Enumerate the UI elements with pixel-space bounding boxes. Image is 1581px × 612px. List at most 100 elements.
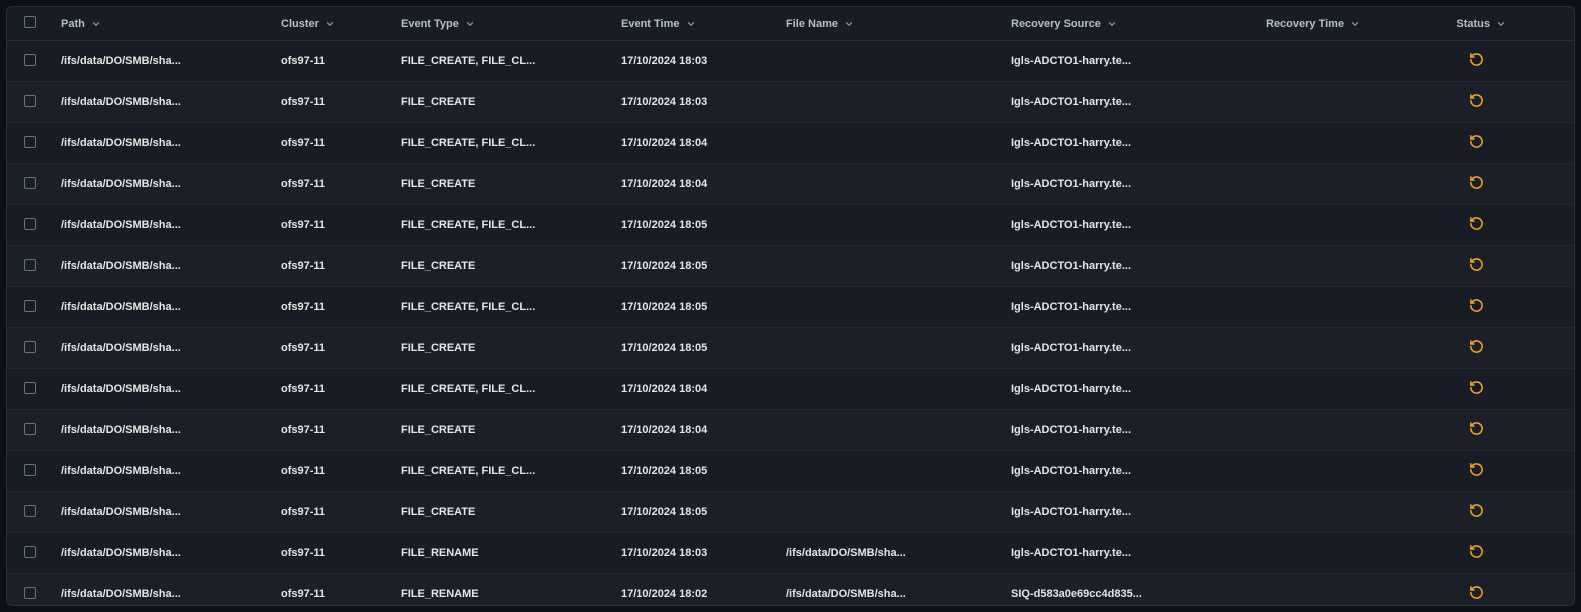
refresh-icon[interactable]	[1469, 93, 1484, 108]
cell-event-time: 17/10/2024 18:05	[613, 205, 778, 246]
cell-event-type: FILE_CREATE, FILE_CL...	[393, 205, 613, 246]
cell-event-time: 17/10/2024 18:05	[613, 328, 778, 369]
cell-recovery-time	[1258, 246, 1433, 287]
row-checkbox[interactable]	[24, 95, 36, 107]
cell-recovery-source: Igls-ADCTO1-harry.te...	[1003, 41, 1258, 82]
header-event-type[interactable]: Event Type	[401, 18, 475, 30]
cell-event-time: 17/10/2024 18:05	[613, 287, 778, 328]
refresh-icon[interactable]	[1469, 257, 1484, 272]
cell-event-type: FILE_CREATE	[393, 492, 613, 533]
row-checkbox[interactable]	[24, 423, 36, 435]
header-file-name[interactable]: File Name	[786, 18, 854, 30]
header-cluster[interactable]: Cluster	[281, 18, 335, 30]
table-row[interactable]: /ifs/data/DO/SMB/sha... ofs97-11 FILE_CR…	[7, 369, 1574, 410]
table-row[interactable]: /ifs/data/DO/SMB/sha... ofs97-11 FILE_CR…	[7, 123, 1574, 164]
cell-file-name	[778, 492, 1003, 533]
select-all-checkbox[interactable]	[24, 16, 36, 28]
header-event-time-label: Event Time	[621, 18, 680, 30]
cell-file-name	[778, 246, 1003, 287]
row-checkbox[interactable]	[24, 382, 36, 394]
refresh-icon[interactable]	[1469, 298, 1484, 313]
cell-event-time: 17/10/2024 18:04	[613, 164, 778, 205]
cell-path: /ifs/data/DO/SMB/sha...	[53, 369, 273, 410]
row-checkbox[interactable]	[24, 300, 36, 312]
cell-recovery-time	[1258, 410, 1433, 451]
table-row[interactable]: /ifs/data/DO/SMB/sha... ofs97-11 FILE_CR…	[7, 82, 1574, 123]
cell-event-type: FILE_CREATE	[393, 328, 613, 369]
table-row[interactable]: /ifs/data/DO/SMB/sha... ofs97-11 FILE_RE…	[7, 533, 1574, 574]
header-file-name-label: File Name	[786, 18, 838, 30]
table-row[interactable]: /ifs/data/DO/SMB/sha... ofs97-11 FILE_CR…	[7, 410, 1574, 451]
cell-event-time: 17/10/2024 18:03	[613, 533, 778, 574]
row-checkbox[interactable]	[24, 546, 36, 558]
cell-path: /ifs/data/DO/SMB/sha...	[53, 574, 273, 607]
refresh-icon[interactable]	[1469, 134, 1484, 149]
row-checkbox[interactable]	[24, 587, 36, 599]
table-row[interactable]: /ifs/data/DO/SMB/sha... ofs97-11 FILE_CR…	[7, 451, 1574, 492]
table-row[interactable]: /ifs/data/DO/SMB/sha... ofs97-11 FILE_RE…	[7, 574, 1574, 607]
refresh-icon[interactable]	[1469, 339, 1484, 354]
cell-cluster: ofs97-11	[273, 369, 393, 410]
cell-recovery-time	[1258, 369, 1433, 410]
refresh-icon[interactable]	[1469, 52, 1484, 67]
header-event-time[interactable]: Event Time	[621, 18, 696, 30]
header-recovery-time-label: Recovery Time	[1266, 18, 1344, 30]
table-row[interactable]: /ifs/data/DO/SMB/sha... ofs97-11 FILE_CR…	[7, 246, 1574, 287]
table-row[interactable]: /ifs/data/DO/SMB/sha... ofs97-11 FILE_CR…	[7, 205, 1574, 246]
row-checkbox[interactable]	[24, 218, 36, 230]
events-table-panel: Path Cluster Event Type	[6, 6, 1575, 606]
row-checkbox[interactable]	[24, 464, 36, 476]
header-status[interactable]: Status	[1456, 18, 1506, 30]
cell-recovery-source: Igls-ADCTO1-harry.te...	[1003, 369, 1258, 410]
table-row[interactable]: /ifs/data/DO/SMB/sha... ofs97-11 FILE_CR…	[7, 328, 1574, 369]
refresh-icon[interactable]	[1469, 585, 1484, 600]
cell-file-name	[778, 410, 1003, 451]
table-row[interactable]: /ifs/data/DO/SMB/sha... ofs97-11 FILE_CR…	[7, 492, 1574, 533]
cell-recovery-source: Igls-ADCTO1-harry.te...	[1003, 164, 1258, 205]
row-checkbox[interactable]	[24, 341, 36, 353]
table-row[interactable]: /ifs/data/DO/SMB/sha... ofs97-11 FILE_CR…	[7, 41, 1574, 82]
row-checkbox[interactable]	[24, 54, 36, 66]
cell-file-name	[778, 41, 1003, 82]
refresh-icon[interactable]	[1469, 216, 1484, 231]
chevron-down-icon	[1107, 19, 1117, 29]
cell-file-name: /ifs/data/DO/SMB/sha...	[778, 533, 1003, 574]
cell-recovery-source: Igls-ADCTO1-harry.te...	[1003, 123, 1258, 164]
cell-cluster: ofs97-11	[273, 492, 393, 533]
chevron-down-icon	[1496, 19, 1506, 29]
cell-recovery-source: Igls-ADCTO1-harry.te...	[1003, 451, 1258, 492]
cell-recovery-time	[1258, 41, 1433, 82]
cell-recovery-time	[1258, 328, 1433, 369]
table-row[interactable]: /ifs/data/DO/SMB/sha... ofs97-11 FILE_CR…	[7, 287, 1574, 328]
cell-event-time: 17/10/2024 18:04	[613, 369, 778, 410]
cell-cluster: ofs97-11	[273, 574, 393, 607]
refresh-icon[interactable]	[1469, 380, 1484, 395]
refresh-icon[interactable]	[1469, 544, 1484, 559]
header-path[interactable]: Path	[61, 18, 101, 30]
refresh-icon[interactable]	[1469, 503, 1484, 518]
cell-file-name: /ifs/data/DO/SMB/sha...	[778, 574, 1003, 607]
cell-recovery-source: Igls-ADCTO1-harry.te...	[1003, 205, 1258, 246]
row-checkbox[interactable]	[24, 177, 36, 189]
cell-event-time: 17/10/2024 18:04	[613, 410, 778, 451]
cell-path: /ifs/data/DO/SMB/sha...	[53, 246, 273, 287]
header-recovery-time[interactable]: Recovery Time	[1266, 18, 1360, 30]
cell-path: /ifs/data/DO/SMB/sha...	[53, 533, 273, 574]
chevron-down-icon	[465, 19, 475, 29]
header-recovery-source[interactable]: Recovery Source	[1011, 18, 1117, 30]
header-recovery-source-label: Recovery Source	[1011, 18, 1101, 30]
cell-file-name	[778, 369, 1003, 410]
row-checkbox[interactable]	[24, 136, 36, 148]
row-checkbox[interactable]	[24, 505, 36, 517]
refresh-icon[interactable]	[1469, 175, 1484, 190]
row-checkbox[interactable]	[24, 259, 36, 271]
cell-recovery-time	[1258, 82, 1433, 123]
cell-path: /ifs/data/DO/SMB/sha...	[53, 410, 273, 451]
cell-event-type: FILE_RENAME	[393, 574, 613, 607]
refresh-icon[interactable]	[1469, 421, 1484, 436]
refresh-icon[interactable]	[1469, 462, 1484, 477]
cell-event-time: 17/10/2024 18:03	[613, 82, 778, 123]
cell-recovery-time	[1258, 164, 1433, 205]
table-row[interactable]: /ifs/data/DO/SMB/sha... ofs97-11 FILE_CR…	[7, 164, 1574, 205]
cell-recovery-source: Igls-ADCTO1-harry.te...	[1003, 410, 1258, 451]
